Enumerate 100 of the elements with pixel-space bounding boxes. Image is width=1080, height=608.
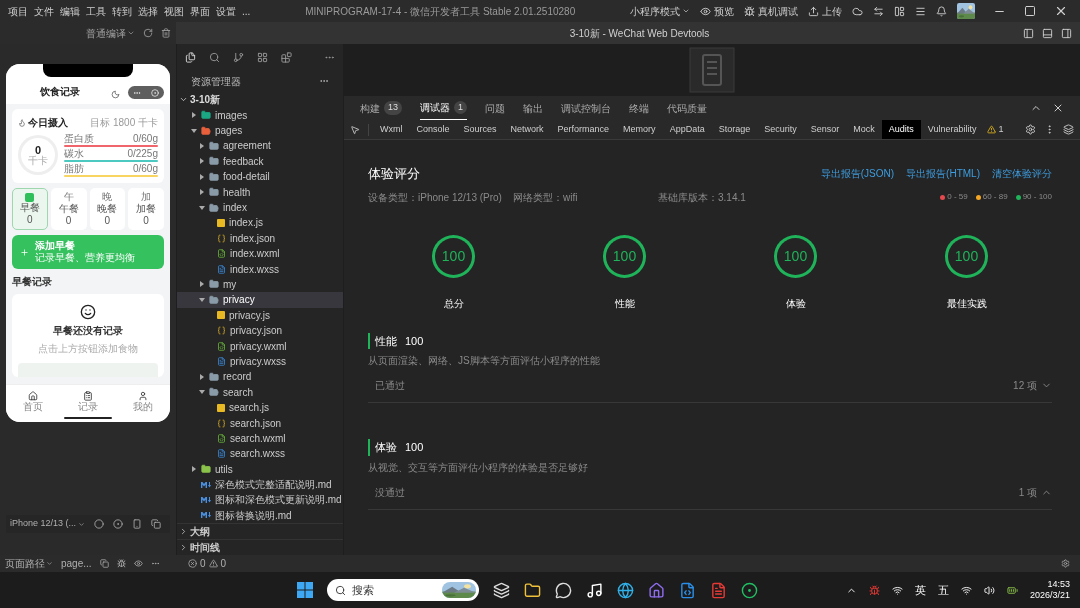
expanded-arrow-icon[interactable] (199, 296, 205, 303)
panel-left-icon[interactable] (1023, 27, 1034, 39)
collapsed-arrow-icon[interactable] (191, 112, 197, 119)
devtools-tab[interactable]: Mock (846, 120, 882, 139)
network-icon[interactable] (891, 584, 903, 596)
meal-tile[interactable]: 晚 晚餐 0 (89, 188, 126, 230)
settings-icon[interactable] (1025, 124, 1036, 135)
menu-item[interactable]: 转到 (112, 3, 132, 19)
tab-bar-item[interactable]: 首页 (23, 390, 44, 412)
battery-icon[interactable] (1006, 584, 1018, 596)
collapsed-arrow-icon[interactable] (191, 466, 197, 473)
file-row[interactable]: privacy.wxml (177, 338, 343, 354)
folder-icon[interactable] (524, 581, 541, 599)
project-root[interactable]: 3-10新 (177, 92, 343, 108)
start-icon[interactable] (297, 582, 313, 598)
menu-item[interactable]: 文件 (34, 3, 54, 19)
file-row[interactable]: search.wxml (177, 430, 343, 447)
menu-item[interactable]: 选择 (138, 3, 158, 19)
phone-icon[interactable] (132, 519, 143, 529)
devtools-tab[interactable]: Sources (456, 120, 504, 139)
file-row[interactable]: index.js (177, 215, 343, 231)
file-row[interactable]: privacy.js (177, 307, 343, 323)
bell-icon[interactable] (936, 5, 947, 17)
meal-tile[interactable]: 午 午餐 0 (50, 188, 87, 230)
menu-item[interactable]: 项目 (8, 3, 28, 19)
file-row[interactable]: search.js (177, 399, 343, 416)
devtools-tab[interactable]: Wxml (373, 120, 410, 139)
file-row[interactable]: search.wxss (177, 446, 343, 462)
collapsed-arrow-icon[interactable] (199, 373, 205, 380)
maximize-icon[interactable] (1024, 5, 1036, 17)
more-icon[interactable] (150, 559, 160, 568)
folder-row[interactable]: utils (177, 461, 343, 477)
music-note-icon[interactable] (586, 581, 603, 599)
folder-row[interactable]: agreement (177, 138, 343, 154)
folder-row[interactable]: health (177, 184, 343, 200)
mode-dropdown[interactable]: 小程序模式 (630, 3, 690, 19)
menu-item[interactable]: 编辑 (60, 3, 80, 19)
devtools-tab[interactable]: Vulnerability (920, 120, 984, 139)
meal-tile[interactable]: 加 加餐 0 (128, 188, 164, 230)
panel-tab[interactable]: 构建 13 (360, 96, 402, 120)
expanded-arrow-icon[interactable] (199, 389, 205, 396)
window-icon[interactable] (151, 519, 162, 529)
eye-icon[interactable] (133, 559, 143, 568)
collapsed-arrow-icon[interactable] (199, 158, 205, 165)
blocks-icon[interactable] (281, 51, 292, 63)
layout-icon[interactable] (894, 5, 905, 17)
menu-item[interactable]: ... (242, 3, 251, 19)
folder-row[interactable]: feedback (177, 153, 343, 170)
panel-tab[interactable]: 问题 (485, 96, 506, 120)
folder-row[interactable]: index (177, 199, 343, 216)
search-box[interactable]: 搜索 (327, 579, 479, 601)
swap-icon[interactable] (873, 5, 884, 17)
audit-result-row[interactable]: 已通过 12 项 (368, 376, 1052, 403)
devtools-tab[interactable]: Console (409, 120, 457, 139)
collapsed-arrow-icon[interactable] (199, 142, 205, 149)
expanded-arrow-icon[interactable] (191, 127, 197, 134)
input-method[interactable]: 英 (914, 581, 926, 599)
folder-row[interactable]: images (177, 107, 343, 123)
export-link[interactable]: 清空体验评分 (992, 166, 1052, 182)
file-row[interactable]: privacy.wxss (177, 353, 343, 370)
menu-item[interactable]: 视图 (164, 3, 184, 19)
bug-icon[interactable] (116, 559, 126, 568)
folder-row[interactable]: my (177, 276, 343, 293)
devtools-tab[interactable]: Audits (881, 120, 921, 139)
file-row[interactable]: index.wxml (177, 246, 343, 262)
tab-bar-item[interactable]: 记录 (78, 390, 98, 412)
file-row[interactable]: 图标替换说明.md (177, 507, 343, 523)
file-row[interactable]: 深色模式完整适配说明.md (177, 476, 343, 493)
code-icon[interactable] (679, 581, 696, 599)
devtools-tab[interactable]: Sensor (803, 120, 847, 139)
folder-row[interactable]: pages (177, 122, 343, 139)
house-icon[interactable] (648, 581, 665, 599)
tab-bar-item[interactable]: 我的 (132, 390, 153, 412)
file-row[interactable]: 图标和深色模式更新说明.md (177, 492, 343, 508)
panel-section[interactable]: 大纲 (177, 523, 343, 539)
refresh-icon[interactable] (142, 28, 153, 38)
toolbar-button[interactable]: 预览 (700, 3, 734, 19)
meal-tile[interactable]: 早餐 0 (12, 188, 48, 230)
folder-row[interactable]: privacy (177, 292, 343, 308)
files-icon[interactable] (185, 51, 196, 63)
folder-row[interactable]: food-detail (177, 169, 343, 185)
branch-icon[interactable] (233, 51, 244, 63)
wifi-icon[interactable] (960, 584, 972, 596)
copy-icon[interactable] (99, 559, 109, 568)
expanded-arrow-icon[interactable] (199, 204, 205, 211)
menu-icon[interactable] (915, 5, 926, 17)
document-icon[interactable] (710, 581, 727, 599)
device-dropdown[interactable]: iPhone 12/13 (... (10, 517, 86, 531)
cloud-icon[interactable] (852, 5, 863, 17)
toolbar-button[interactable]: 真机调试 (744, 3, 798, 19)
panel-tab[interactable]: 调试控制台 (561, 96, 612, 120)
devtools-tab[interactable]: Storage (711, 120, 758, 139)
devtools-tab[interactable]: Memory (616, 120, 663, 139)
record-icon[interactable] (113, 519, 124, 529)
rotate-icon[interactable] (94, 519, 105, 529)
chat-bubble-icon[interactable] (555, 581, 572, 599)
moon-icon[interactable] (111, 90, 120, 99)
file-row[interactable]: index.json (177, 230, 343, 246)
panel-tab[interactable]: 代码质量 (667, 96, 708, 120)
panel-right-icon[interactable] (1061, 27, 1072, 39)
